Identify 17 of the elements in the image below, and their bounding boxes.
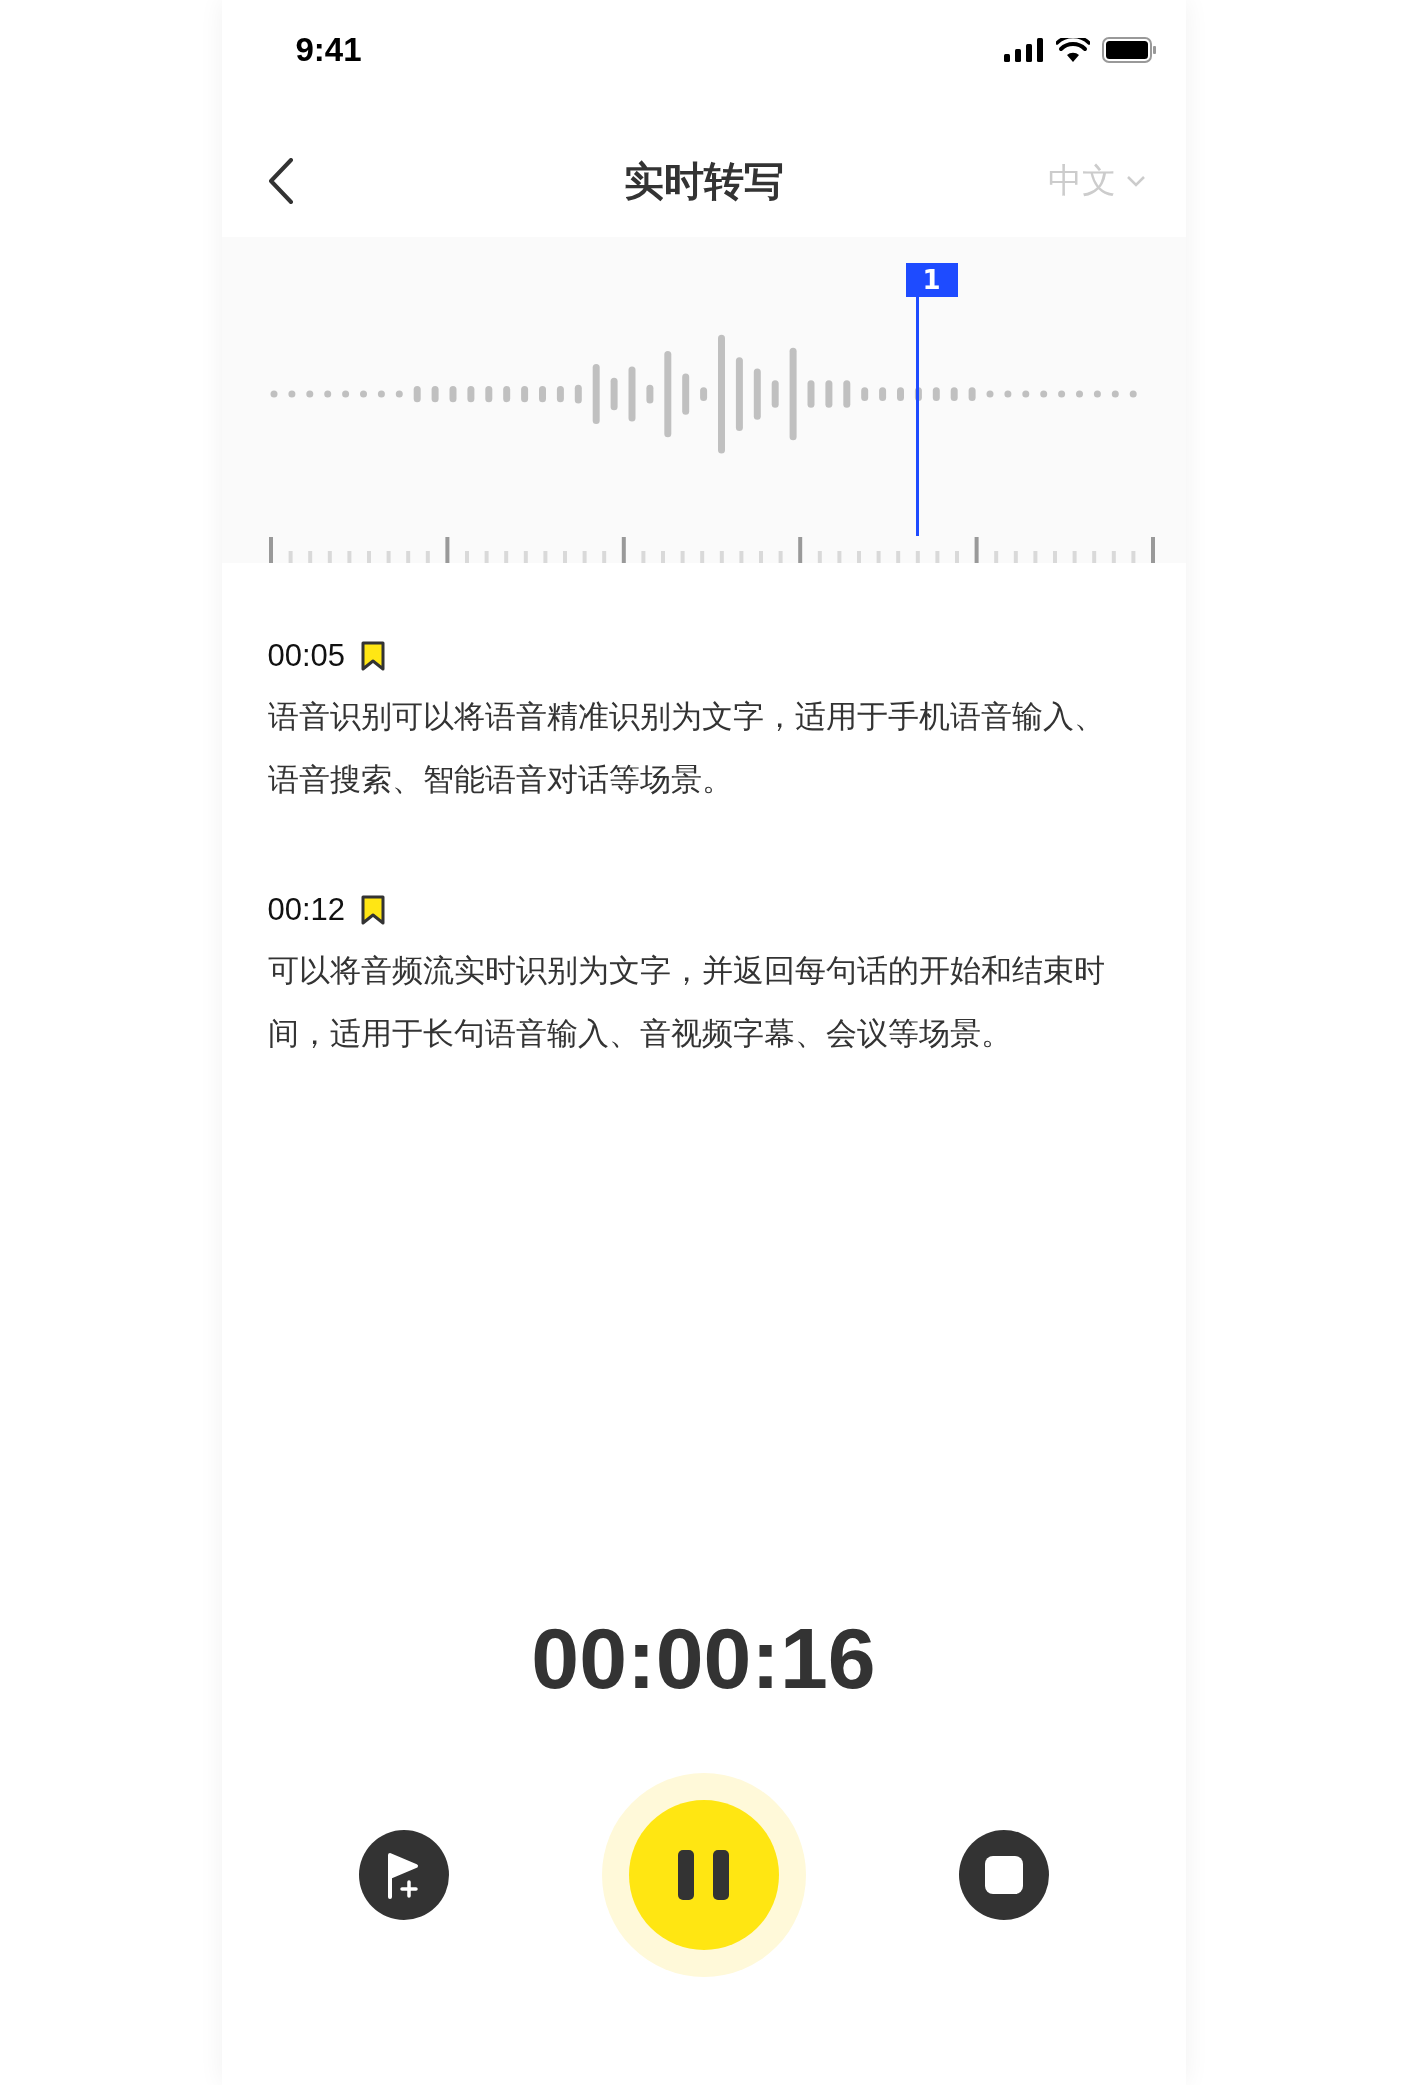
status-time: 9:41 — [295, 31, 362, 69]
page-title: 实时转写 — [623, 157, 784, 206]
elapsed-timer: 00:00:16 — [531, 1615, 876, 1701]
bookmark-icon[interactable] — [361, 641, 386, 671]
bookmark-icon[interactable] — [361, 895, 386, 925]
chevron-down-icon — [1125, 175, 1146, 187]
stop-icon — [984, 1856, 1023, 1894]
marker-flag: 1 — [905, 263, 958, 297]
timestamp: 00:05 — [267, 638, 346, 674]
timestamp: 00:12 — [267, 892, 346, 928]
transcript-text: 可以将音频流实时识别为文字，并返回每句话的开始和结束时间，适用于长句语音输入、音视频字幕、会议等场景。 — [267, 951, 1106, 1053]
wifi-icon — [1055, 38, 1090, 62]
transcript-text: 语音识别可以将语音精准识别为文字，适用于手机语音输入、语音搜索、智能语音对话等场景。 — [267, 697, 1106, 799]
battery-icon — [1101, 37, 1156, 63]
back-icon[interactable] — [267, 158, 294, 204]
pause-icon — [677, 1850, 730, 1900]
signal-icon — [1003, 38, 1044, 62]
